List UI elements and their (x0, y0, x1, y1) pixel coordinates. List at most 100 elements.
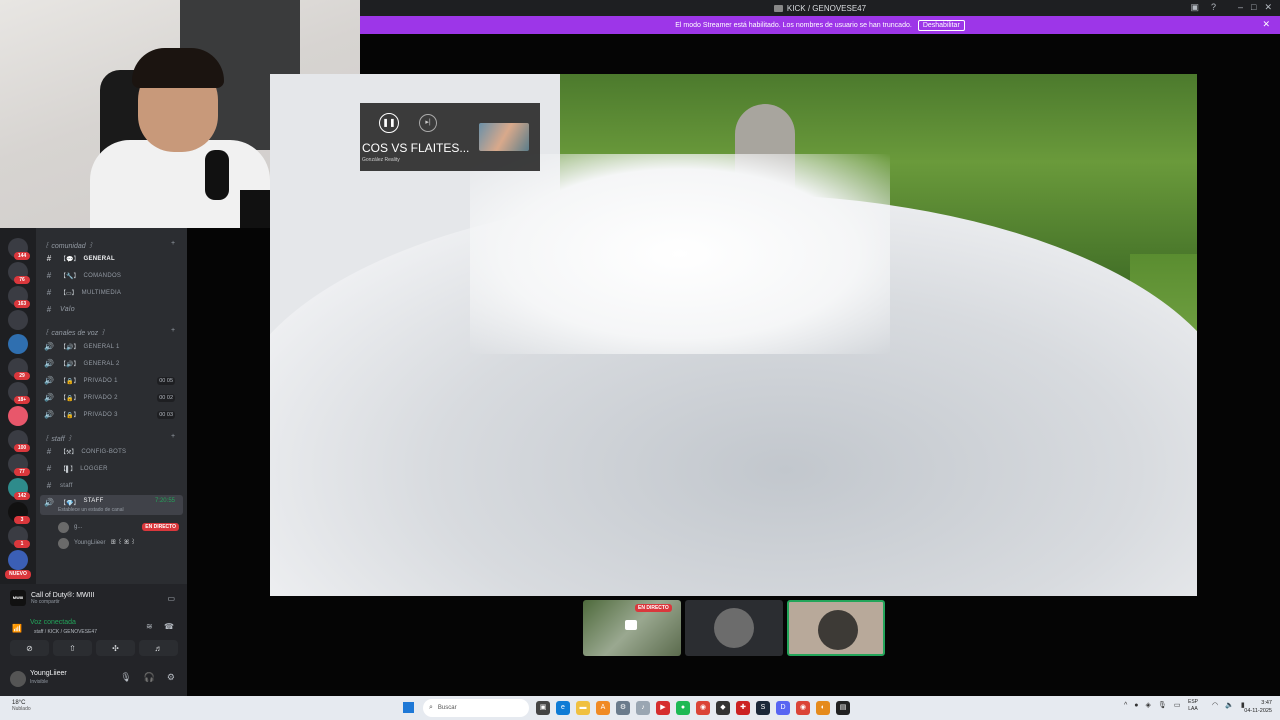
start-button[interactable] (403, 702, 414, 713)
participant-tile-speaking[interactable] (787, 600, 885, 656)
category-label: ꒰ comunidad ꒱ (44, 243, 94, 250)
mention-badge: 77 (14, 468, 30, 476)
chevron-up-icon[interactable]: ^ (1124, 702, 1127, 709)
tray-app-icon[interactable]: ◈ (1146, 701, 1151, 709)
screen-share-icon[interactable]: ▭ (167, 594, 175, 603)
game-icon: MWIII (10, 590, 26, 606)
terminal-icon[interactable]: ▤ (836, 701, 850, 715)
channel-comandos[interactable]: # 【🔧】 COMANDOS (40, 268, 183, 283)
user-limit-badge: 00 05 (157, 376, 175, 385)
clock[interactable]: 3:47 04-11-2025 (1244, 699, 1272, 715)
channel-name: LOGGER (80, 465, 108, 472)
maximize-icon[interactable]: □ (1251, 2, 1256, 13)
youtube-icon[interactable]: ▶ (656, 701, 670, 715)
close-window-icon[interactable]: ✕ (1264, 2, 1272, 13)
disable-streamer-button[interactable]: Deshabilitar (917, 19, 965, 31)
volume-icon[interactable]: 🔈 (1225, 701, 1234, 709)
username[interactable]: YoungLiieer (30, 670, 67, 677)
help-icon[interactable]: ? (1211, 2, 1216, 13)
disconnect-icon[interactable]: ☎ (164, 622, 174, 631)
chrome-icon[interactable]: ◉ (696, 701, 710, 715)
voice-channel-privado1[interactable]: 🔊 【🔒】 PRIVADO 1 00 05 (40, 373, 183, 388)
channel-config-bots[interactable]: # 【⚒】 CONFIG-BOTS (40, 444, 183, 459)
server-icon[interactable] (8, 310, 28, 330)
mention-badge: 142 (14, 492, 30, 500)
server-icon[interactable] (8, 550, 28, 570)
channel-staff-text[interactable]: # staff (40, 478, 183, 493)
pause-button[interactable]: ❚❚ (379, 113, 399, 133)
music-icon[interactable]: ♪ (636, 701, 650, 715)
add-channel-icon[interactable]: + (171, 433, 175, 440)
server-icon[interactable] (8, 334, 28, 354)
headphones-icon[interactable]: 🎧 (144, 672, 155, 683)
network-icon[interactable]: ▭ (1174, 701, 1181, 709)
avatar (818, 610, 858, 650)
chrome-icon[interactable]: ◉ (796, 701, 810, 715)
category-canales-voz[interactable]: ꒰ canales de voz ꒱ + (44, 327, 175, 337)
server-icon[interactable] (8, 406, 28, 426)
steam-icon[interactable]: S (756, 701, 770, 715)
channel-general[interactable]: # 【💬】 GENERAL (40, 251, 183, 266)
soundboard-button[interactable]: ♬ (139, 640, 178, 656)
speaker-icon: 🔊 (44, 342, 54, 351)
weather-widget[interactable]: 18°C Nublado (12, 700, 31, 712)
streamer-mode-banner: El modo Streamer está habilitado. Los no… (360, 16, 1280, 34)
minimize-icon[interactable]: – (1238, 2, 1243, 13)
microphone-icon[interactable]: 🎙 (120, 672, 131, 683)
channel-logger[interactable]: # 【▌】 LOGGER (40, 461, 183, 476)
avatar[interactable] (10, 671, 26, 687)
voice-channel-privado3[interactable]: 🔊 【🔒】 PRIVADO 3 00 03 (40, 407, 183, 422)
game-app-icon[interactable]: ✚ (736, 701, 750, 715)
task-view-icon[interactable]: ▣ (536, 701, 550, 715)
share-screen-button[interactable]: ⇧ (53, 640, 92, 656)
app-icon[interactable]: A (596, 701, 610, 715)
notebook-icon: 【▌】 (60, 467, 77, 473)
taskbar-search[interactable]: ⌕ Buscar (423, 699, 529, 717)
game-app-icon[interactable]: ◆ (716, 701, 730, 715)
category-staff[interactable]: ꒰ staff ꒱ + (44, 433, 175, 443)
activities-button[interactable]: ✣ (96, 640, 135, 656)
live-badge: EN DIRECTO (142, 523, 179, 531)
user-limit-badge: 00 02 (157, 393, 175, 402)
app-icon[interactable]: ◐ (816, 701, 830, 715)
hash-icon: # (46, 464, 52, 473)
new-badge: NUEVO (5, 570, 31, 579)
wifi-icon[interactable]: ◠ (1212, 701, 1218, 709)
channel-multimedia[interactable]: # 【▭】 MULTIMEDIA (40, 285, 183, 300)
voice-channel-privado2[interactable]: 🔊 【🔒】 PRIVADO 2 00 02 (40, 390, 183, 405)
next-track-button[interactable]: ▸| (419, 114, 437, 132)
channel-name: MULTIMEDIA (81, 289, 122, 296)
file-explorer-icon[interactable]: ▬ (576, 701, 590, 715)
media-thumbnail (479, 123, 529, 151)
spotify-icon[interactable]: ● (676, 701, 690, 715)
participant-tile[interactable] (685, 600, 783, 656)
voice-channel-staff[interactable]: 🔊 【💎】 STAFF 7:20:55 Establece un estado … (40, 495, 183, 515)
voice-user-row[interactable]: YoungLiieer ꕥ ꒰ ꕤ ꒱ (58, 536, 183, 550)
category-comunidad[interactable]: ꒰ comunidad ꒱ + (44, 240, 175, 250)
hash-icon: # (46, 305, 52, 314)
inbox-icon[interactable]: ▣ (1190, 2, 1199, 13)
add-channel-icon[interactable]: + (171, 240, 175, 247)
avatar (714, 608, 754, 648)
noise-suppression-icon[interactable]: ≋ (146, 622, 153, 631)
language-indicator[interactable]: ESP LAA (1188, 699, 1198, 713)
channel-name: COMANDOS (83, 272, 122, 279)
participant-tile[interactable]: EN DIRECTO (583, 600, 681, 656)
settings-icon[interactable]: ⚙ (167, 672, 175, 683)
close-icon[interactable]: ✕ (1262, 19, 1270, 30)
hash-icon: # (46, 271, 52, 280)
edge-icon[interactable]: e (556, 701, 570, 715)
voice-user-row[interactable]: g... EN DIRECTO (58, 520, 183, 534)
channel-valo[interactable]: # Valo (40, 302, 183, 317)
discord-icon[interactable]: D (776, 701, 790, 715)
voice-channel-general1[interactable]: 🔊 【🔊】 GENERAL 1 (40, 339, 183, 354)
channel-name: GENERAL (83, 255, 115, 262)
camera-off-button[interactable]: ⊘ (10, 640, 49, 656)
mic-tray-icon[interactable]: 🎙 (1158, 701, 1167, 709)
voice-status[interactable]: Voz conectada (30, 619, 76, 626)
channel-status-prompt[interactable]: Establece un estado de canal (58, 507, 124, 513)
add-channel-icon[interactable]: + (171, 327, 175, 334)
tray-app-icon[interactable]: ● (1134, 702, 1138, 709)
settings-app-icon[interactable]: ⚙ (616, 701, 630, 715)
voice-channel-general2[interactable]: 🔊 【🔊】 GENERAL 2 (40, 356, 183, 371)
